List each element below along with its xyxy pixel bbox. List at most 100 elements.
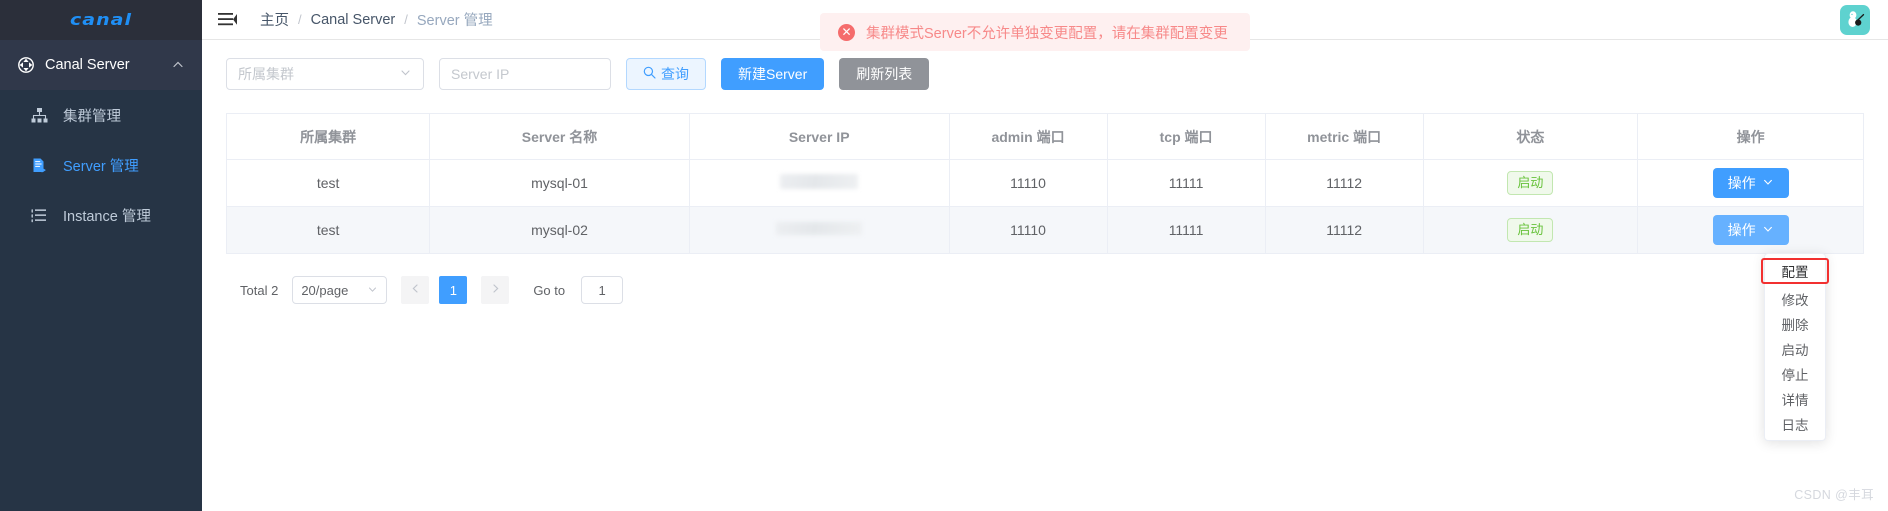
user-avatar-icon: [1844, 8, 1866, 33]
sidebar-item-cluster-management[interactable]: 集群管理: [0, 90, 202, 140]
cell-metric-port: 11112: [1265, 206, 1424, 254]
breadcrumb-separator: /: [298, 12, 302, 27]
cluster-select[interactable]: 所属集群: [226, 58, 424, 90]
action-dropdown-menu: 配置 修改 删除 启动 停止 详情 日志: [1761, 253, 1829, 441]
app-root: canal Canal Server 集群管理 Server 管理 Instan…: [0, 0, 1888, 511]
row-action-label: 操作: [1727, 222, 1756, 238]
create-server-button[interactable]: 新建Server: [721, 58, 825, 90]
cell-server-name: mysql-02: [429, 206, 690, 254]
server-table: 所属集群 Server 名称 Server IP admin 端口 tcp 端口…: [225, 113, 1864, 254]
status-badge: 启动: [1507, 218, 1554, 242]
dropdown-item-detail[interactable]: 详情: [1765, 386, 1825, 411]
cell-admin-port: 11110: [949, 159, 1108, 207]
server-ip-input[interactable]: [439, 58, 611, 90]
pagination-prev-button[interactable]: [401, 276, 430, 304]
breadcrumb: 主页 / Canal Server / Server 管理: [260, 9, 493, 30]
page-size-value: 20/page: [301, 282, 349, 298]
table-row: test mysql-01 11110 11111 11112 启动 操作: [225, 159, 1864, 207]
column-header-status: 状态: [1423, 113, 1639, 160]
row-action-button[interactable]: 操作: [1712, 168, 1789, 198]
search-button[interactable]: 查询: [626, 58, 706, 90]
cell-status: 启动: [1423, 159, 1639, 207]
pagination-total: Total 2: [240, 282, 279, 298]
table-row: test mysql-02 11110 11111 11112 启动 操作: [225, 206, 1864, 254]
dropdown-item-start[interactable]: 启动: [1765, 336, 1825, 361]
sidebar: canal Canal Server 集群管理 Server 管理 Instan…: [0, 0, 202, 511]
cell-status: 启动: [1423, 206, 1639, 254]
pagination: Total 2 20/page 1 Go to 1: [226, 276, 1864, 304]
sidebar-item-label: Server 管理: [63, 158, 139, 175]
alert-message: 集群模式Server不允许单独变更配置，请在集群配置变更: [866, 25, 1228, 42]
sidebar-item-label: 集群管理: [63, 108, 121, 125]
breadcrumb-item-canal-server[interactable]: Canal Server: [311, 12, 396, 28]
chevron-down-icon: [1762, 222, 1774, 238]
redacted-ip: [780, 174, 859, 189]
column-header-admin-port: admin 端口: [949, 113, 1108, 160]
cell-server-name: mysql-01: [429, 159, 690, 207]
server-doc-icon: [31, 157, 51, 174]
chevron-right-icon: [490, 283, 501, 297]
cell-operation: 操作: [1637, 206, 1864, 254]
status-badge: 启动: [1507, 171, 1554, 195]
canal-logo-text: canal: [70, 10, 132, 30]
breadcrumb-item-server-management: Server 管理: [416, 13, 493, 29]
chevron-up-icon: [172, 59, 184, 71]
search-button-label: 查询: [661, 66, 689, 82]
content-area: 所属集群 查询 新建Server 刷新列表: [202, 40, 1888, 511]
dropdown-item-modify[interactable]: 修改: [1765, 286, 1825, 311]
watermark: CSDN @丰耳: [1794, 488, 1874, 502]
breadcrumb-item-home[interactable]: 主页: [260, 9, 289, 30]
sidebar-item-label: Instance 管理: [63, 208, 151, 225]
cell-admin-port: 11110: [949, 206, 1108, 254]
dropdown-item-stop[interactable]: 停止: [1765, 361, 1825, 386]
cell-operation: 操作: [1637, 159, 1864, 207]
table-header-row: 所属集群 Server 名称 Server IP admin 端口 tcp 端口…: [225, 113, 1864, 160]
column-header-server-name: Server 名称: [429, 113, 690, 160]
column-header-operation: 操作: [1637, 113, 1864, 160]
sidebar-logo[interactable]: canal: [0, 0, 202, 40]
hamburger-icon[interactable]: [216, 9, 238, 31]
cluster-icon: [31, 107, 51, 124]
pagination-goto-label: Go to: [533, 282, 566, 298]
sidebar-group-canal-server[interactable]: Canal Server: [0, 40, 202, 90]
chevron-left-icon: [410, 283, 421, 297]
chevron-down-icon: [367, 283, 378, 298]
dropdown-item-delete[interactable]: 删除: [1765, 311, 1825, 336]
chevron-down-icon: [1762, 175, 1774, 191]
pagination-goto-input[interactable]: [581, 276, 624, 304]
cell-tcp-port: 11111: [1107, 206, 1266, 254]
pagination-next-button[interactable]: [481, 276, 510, 304]
cell-server-ip: [689, 206, 950, 254]
instance-list-icon: [31, 207, 51, 224]
cell-server-ip: [689, 159, 950, 207]
dropdown-item-log[interactable]: 日志: [1765, 411, 1825, 436]
page-size-select[interactable]: 20/page: [292, 276, 388, 304]
cell-cluster: test: [225, 206, 431, 254]
column-header-metric-port: metric 端口: [1265, 113, 1424, 160]
avatar[interactable]: [1840, 5, 1870, 35]
row-action-button[interactable]: 操作: [1712, 215, 1789, 245]
search-icon: [643, 66, 656, 82]
sidebar-item-server-management[interactable]: Server 管理: [0, 140, 202, 190]
main-area: 主页 / Canal Server / Server 管理 ✕ 集群模式Serv…: [202, 0, 1888, 511]
dropdown-item-config[interactable]: 配置: [1761, 258, 1829, 284]
canal-node-icon: [18, 57, 34, 73]
column-header-server-ip: Server IP: [689, 113, 950, 160]
error-alert: ✕ 集群模式Server不允许单独变更配置，请在集群配置变更: [820, 13, 1250, 51]
chevron-down-icon: [399, 66, 412, 82]
column-header-tcp-port: tcp 端口: [1107, 113, 1266, 160]
cell-metric-port: 11112: [1265, 159, 1424, 207]
redacted-ip: [776, 222, 863, 235]
refresh-list-button[interactable]: 刷新列表: [839, 58, 930, 90]
sidebar-group-label: Canal Server: [45, 57, 130, 73]
filter-bar: 所属集群 查询 新建Server 刷新列表: [226, 58, 1864, 90]
sidebar-item-instance-management[interactable]: Instance 管理: [0, 190, 202, 240]
cell-tcp-port: 11111: [1107, 159, 1266, 207]
column-header-cluster: 所属集群: [225, 113, 431, 160]
cell-cluster: test: [225, 159, 431, 207]
pagination-page-1[interactable]: 1: [439, 276, 468, 304]
error-circle-icon: ✕: [838, 23, 855, 41]
breadcrumb-separator: /: [404, 12, 408, 27]
cluster-select-placeholder: 所属集群: [238, 66, 294, 82]
row-action-label: 操作: [1727, 175, 1756, 191]
